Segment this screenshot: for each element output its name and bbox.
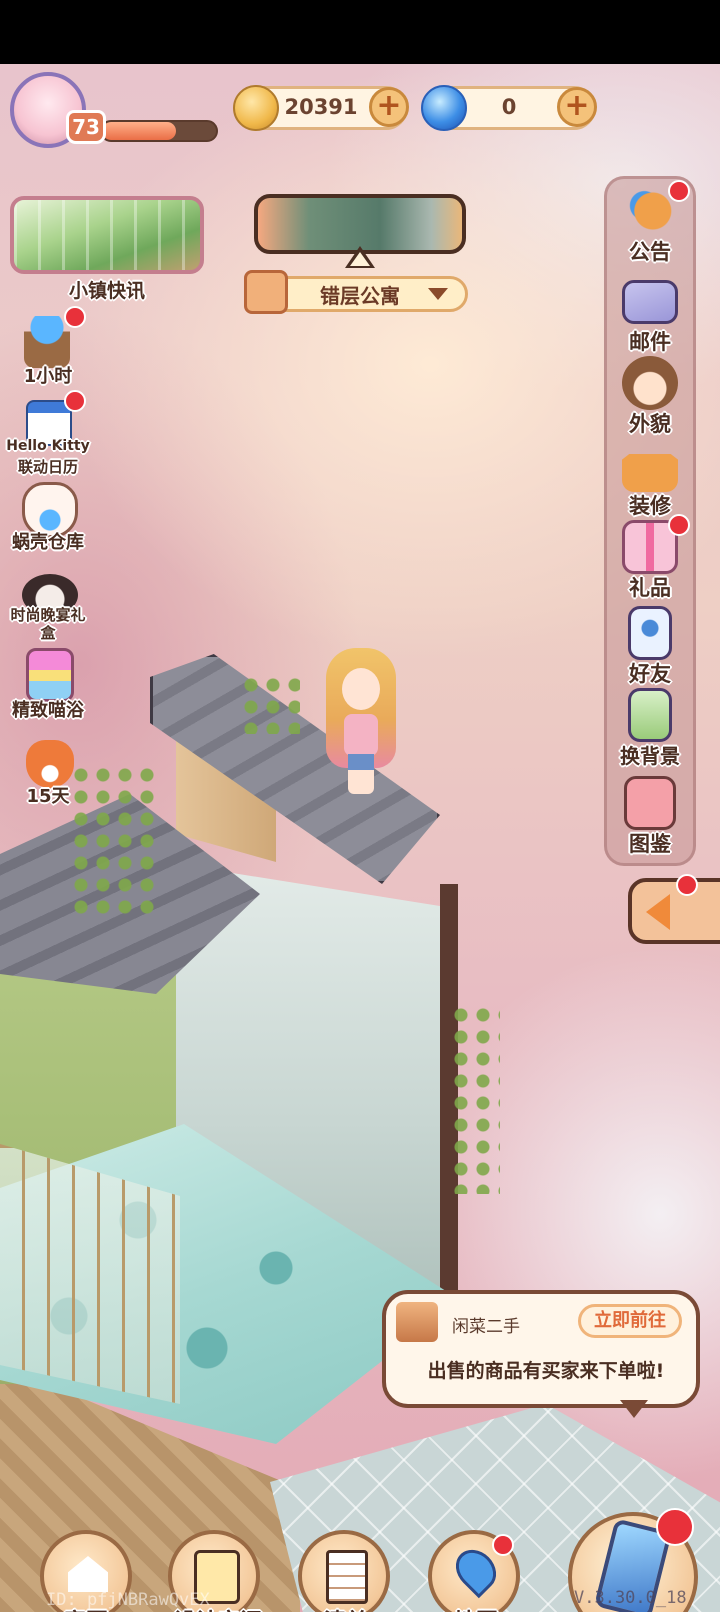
menu-mail[interactable]: 邮件 xyxy=(610,274,690,354)
level-badge: 73 xyxy=(66,110,106,144)
menu-decorate[interactable]: 装修 xyxy=(610,438,690,518)
town-news-label: 小镇快讯 xyxy=(68,280,145,302)
menu-change-background[interactable]: 换背景 xyxy=(610,688,690,768)
house-wrench-icon xyxy=(622,438,678,492)
badge-dot xyxy=(656,1508,694,1546)
hello-kitty-label-2: 联动日历 xyxy=(17,458,78,476)
nav-checklist-button[interactable] xyxy=(298,1530,390,1612)
nav-map-label: 地图 xyxy=(416,1604,536,1612)
contact-book-icon xyxy=(628,606,672,660)
menu-gifts-label: 礼品 xyxy=(629,576,671,600)
menu-encyclopedia-label: 图鉴 xyxy=(629,832,671,856)
game-scene[interactable]: 73 20391 + 0 + 小镇快讯 1小时 Hello Kitty 联动日历… xyxy=(0,64,720,1612)
gala-gift-label-2: 盒 xyxy=(40,624,56,642)
player-character-body[interactable] xyxy=(344,714,378,756)
menu-gifts[interactable]: 礼品 xyxy=(610,514,690,600)
player-id: ID: pfjNBRawQvEX xyxy=(46,1590,210,1610)
snail-warehouse-label: 蜗壳仓库 xyxy=(12,532,84,553)
house-icon xyxy=(68,1556,108,1592)
face-icon xyxy=(622,356,678,410)
badge-dot xyxy=(668,514,690,536)
chevron-down-icon[interactable] xyxy=(428,288,448,300)
timed-event-1h-label: 1小时 xyxy=(23,366,73,387)
menu-encyclopedia[interactable]: 图鉴 xyxy=(610,776,690,856)
menu-appearance-label: 外貌 xyxy=(629,412,671,436)
book-icon xyxy=(624,776,676,830)
player-character-legs[interactable] xyxy=(348,754,374,794)
triangle-left-icon xyxy=(646,894,670,930)
menu-announcement-label: 公告 xyxy=(629,240,671,264)
cat-bath-label: 精致喵浴 xyxy=(12,700,84,721)
hello-kitty-label-1: Hello Kitty xyxy=(6,438,90,454)
house-icon xyxy=(244,270,288,314)
badge-dot xyxy=(64,390,86,412)
toast-title: 闲菜二手 xyxy=(452,1317,520,1337)
scene-preview-banner[interactable] xyxy=(254,194,466,254)
menu-friends[interactable]: 好友 xyxy=(610,606,690,686)
gift-bow-bath-icon xyxy=(26,648,74,702)
coin-amount: 20391 xyxy=(284,95,358,119)
menu-appearance[interactable]: 外貌 xyxy=(610,356,690,436)
ivy-vines-roof xyxy=(240,674,300,734)
envelope-icon xyxy=(622,280,678,324)
menu-change-background-label: 换背景 xyxy=(620,744,680,768)
player-character-face[interactable] xyxy=(342,668,380,710)
fox-15day-label: 15天 xyxy=(26,786,70,807)
badge-dot xyxy=(492,1534,514,1556)
badge-dot xyxy=(668,180,690,202)
toast-message: 出售的商品有买家来下单啦! xyxy=(427,1360,665,1382)
menu-mail-label: 邮件 xyxy=(629,330,671,354)
gem-amount: 0 xyxy=(501,95,517,119)
checklist-icon xyxy=(326,1550,368,1604)
town-news-thumbnail[interactable] xyxy=(10,196,204,274)
background-card-icon xyxy=(628,688,672,742)
xp-bar-fill xyxy=(102,122,177,140)
app-version: V.3.30.0_18 xyxy=(574,1588,687,1608)
badge-dot xyxy=(64,306,86,328)
up-arrow-inner xyxy=(350,252,370,266)
add-gems-button[interactable]: + xyxy=(557,87,597,127)
location-name: 错层公寓 xyxy=(320,284,400,308)
menu-friends-label: 好友 xyxy=(629,662,671,686)
coin-counter: 20391 + xyxy=(233,85,409,131)
coin-icon xyxy=(233,85,279,131)
xp-bar xyxy=(100,120,218,142)
badge-dot xyxy=(676,874,698,896)
collapse-side-menu-button[interactable] xyxy=(628,878,720,944)
ivy-vines-right xyxy=(450,1004,500,1194)
menu-announcement[interactable]: 公告 xyxy=(610,180,690,264)
go-now-button[interactable]: 立即前往 xyxy=(578,1304,682,1338)
flower-barrel-icon xyxy=(24,316,70,368)
nav-checklist-label: 清单 xyxy=(286,1604,406,1612)
gem-counter: 0 + xyxy=(421,85,597,131)
add-coins-button[interactable]: + xyxy=(369,87,409,127)
fox-icon xyxy=(26,740,74,788)
nav-map-button[interactable] xyxy=(428,1530,520,1612)
swirl-gem-icon xyxy=(421,85,467,131)
box-tag-icon xyxy=(396,1302,438,1342)
toast-tail xyxy=(620,1400,648,1418)
